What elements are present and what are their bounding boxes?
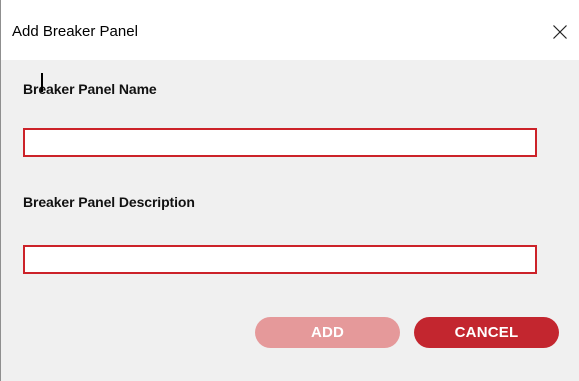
dialog-content: Breaker Panel Name Breaker Panel Descrip… <box>1 60 579 381</box>
dialog-title: Add Breaker Panel <box>12 23 138 40</box>
add-button[interactable]: ADD <box>255 317 400 348</box>
breaker-panel-name-label: Breaker Panel Name <box>23 81 157 97</box>
close-button[interactable] <box>541 13 579 51</box>
breaker-panel-description-label: Breaker Panel Description <box>23 194 195 210</box>
add-breaker-panel-dialog: Add Breaker Panel Breaker Panel Name Bre… <box>0 0 579 381</box>
text-caret <box>41 73 43 92</box>
breaker-panel-description-input[interactable] <box>23 245 537 274</box>
close-icon <box>553 25 567 39</box>
dialog-titlebar: Add Breaker Panel <box>1 0 579 60</box>
cancel-button[interactable]: CANCEL <box>414 317 559 348</box>
breaker-panel-name-input[interactable] <box>23 128 537 157</box>
